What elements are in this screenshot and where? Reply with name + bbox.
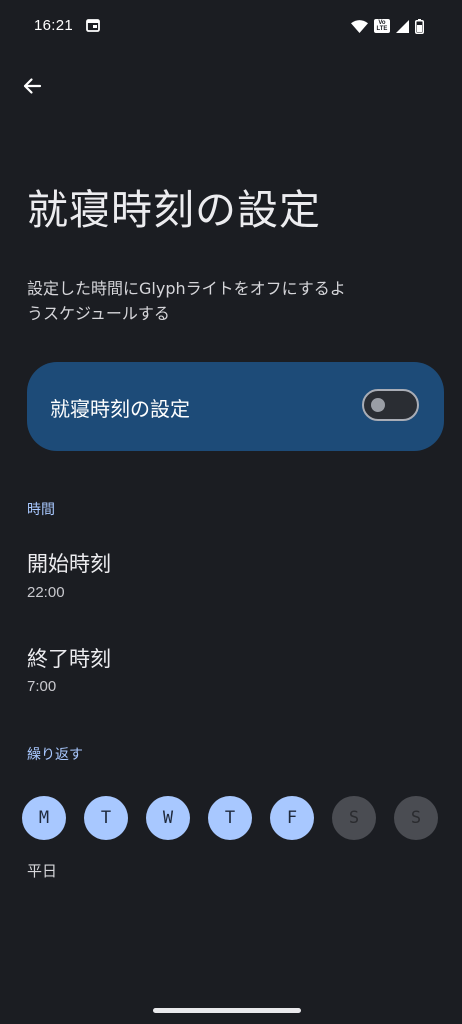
main-switch-label: 就寝時刻の設定 [50, 397, 190, 421]
day-friday-button[interactable]: F [270, 796, 314, 840]
start-time-value: 22:00 [27, 584, 65, 601]
notification-icon [86, 19, 100, 32]
end-time-value: 7:00 [27, 678, 57, 695]
arrow-back-icon [23, 78, 42, 94]
day-saturday-button[interactable]: S [332, 796, 376, 840]
day-thursday-button[interactable]: T [208, 796, 252, 840]
day-sunday-button[interactable]: S [394, 796, 438, 840]
day-wednesday-button[interactable]: W [146, 796, 190, 840]
page-description: 設定した時間にGlyphライトをオフにするようスケジュールする [27, 279, 346, 323]
signal-icon [396, 19, 409, 33]
status-bar: 16:21 Vo LTE [0, 0, 462, 54]
status-icons: Vo LTE [351, 18, 424, 34]
repeat-section-header: 繰り返す [27, 747, 83, 763]
day-selector: M T W T F S S [22, 796, 438, 840]
day-tuesday-button[interactable]: T [84, 796, 128, 840]
toggle-thumb [371, 398, 385, 412]
end-time-title: 終了時刻 [27, 647, 111, 671]
status-time: 16:21 [34, 17, 74, 34]
page-title: 就寝時刻の設定 [27, 186, 321, 234]
repeat-summary: 平日 [27, 862, 58, 880]
volte-icon: Vo LTE [374, 19, 390, 33]
time-section-header: 時間 [27, 502, 55, 518]
start-time-title: 開始時刻 [27, 552, 111, 576]
day-monday-button[interactable]: M [22, 796, 66, 840]
wifi-icon [351, 19, 368, 33]
battery-icon [415, 18, 424, 34]
bedtime-toggle[interactable] [362, 389, 419, 421]
back-button[interactable] [16, 70, 48, 102]
gesture-nav-bar[interactable] [153, 1008, 301, 1013]
main-switch-card[interactable]: 就寝時刻の設定 [27, 362, 444, 451]
